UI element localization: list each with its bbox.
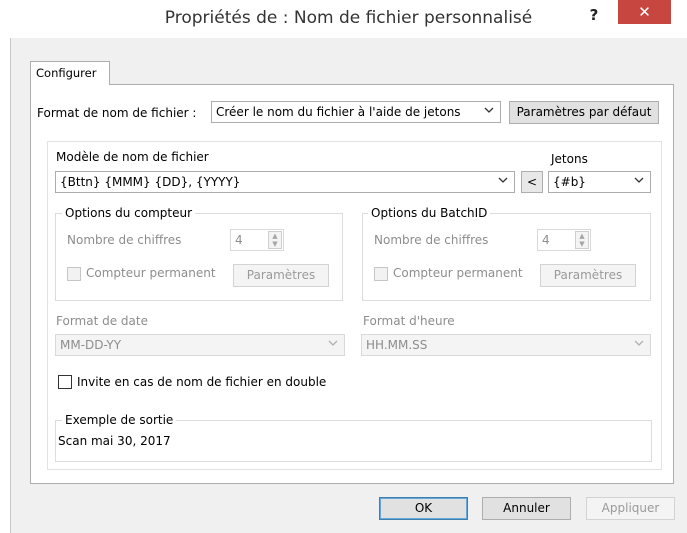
template-input[interactable]: {Bttn} {MMM} {DD}, {YYYY} [55,171,515,193]
counter-digits-spinner[interactable]: 4 ▲ ▼ [230,229,284,251]
counter-group-title: Options du compteur [62,206,196,220]
close-icon: ✕ [638,3,651,21]
date-format-label: Format de date [56,314,148,328]
chevron-down-icon[interactable] [498,175,508,188]
time-format-value: HH.MM.SS [366,338,428,352]
tab-configurer[interactable]: Configurer [30,61,110,85]
caret-down-icon[interactable]: ▼ [269,240,281,248]
caret-up-icon[interactable]: ▲ [576,232,588,240]
time-format-select[interactable]: HH.MM.SS [361,334,651,356]
spin-buttons[interactable]: ▲ ▼ [575,231,589,249]
defaults-button[interactable]: Paramètres par défaut [509,101,659,124]
format-select-value: Créer le nom du fichier à l'aide de jeto… [216,105,461,119]
batch-permanent-checkbox[interactable] [374,267,388,281]
prompt-duplicate-checkbox[interactable] [58,375,72,389]
cancel-button[interactable]: Annuler [482,497,571,520]
apply-button[interactable]: Appliquer [586,497,675,520]
template-label: Modèle de nom de fichier [56,150,209,164]
chevron-down-icon [484,105,494,118]
counter-permanent-checkbox[interactable] [67,267,81,281]
title-bar: Propriétés de : Nom de fichier personnal… [10,0,687,38]
counter-digits-label: Nombre de chiffres [67,233,182,247]
prompt-duplicate-label: Invite en cas de nom de fichier en doubl… [77,375,327,389]
caret-down-icon[interactable]: ▼ [576,240,588,248]
ok-button[interactable]: OK [379,497,468,520]
counter-settings-button[interactable]: Paramètres [233,264,329,287]
counter-permanent-label: Compteur permanent [86,266,216,280]
spin-buttons[interactable]: ▲ ▼ [268,231,282,249]
date-format-value: MM-DD-YY [60,338,122,352]
batch-group-title: Options du BatchID [368,206,491,220]
example-group-title: Exemple de sortie [62,413,177,427]
chevron-down-icon [634,338,644,351]
time-format-label: Format d'heure [363,314,455,328]
tokens-select-value: {#b} [553,175,586,189]
counter-digits-value: 4 [235,233,243,247]
chevron-down-icon [634,175,644,188]
counter-group [55,213,343,301]
batch-group [362,213,651,301]
template-input-value: {Bttn} {MMM} {DD}, {YYYY} [60,175,241,189]
tokens-select[interactable]: {#b} [548,171,651,193]
example-output-value: Scan mai 30, 2017 [58,434,171,448]
chevron-down-icon [328,338,338,351]
batch-digits-spinner[interactable]: 4 ▲ ▼ [537,229,591,251]
batch-settings-button[interactable]: Paramètres [540,264,636,287]
format-label: Format de nom de fichier : [37,106,197,120]
caret-up-icon[interactable]: ▲ [269,232,281,240]
batch-digits-label: Nombre de chiffres [374,233,489,247]
insert-token-button[interactable]: < [521,171,543,193]
batch-permanent-label: Compteur permanent [393,266,523,280]
tokens-label: Jetons [551,152,588,166]
close-button[interactable]: ✕ [618,0,671,24]
help-button[interactable]: ? [582,6,606,28]
batch-digits-value: 4 [542,233,550,247]
date-format-select[interactable]: MM-DD-YY [55,334,345,356]
format-select[interactable]: Créer le nom du fichier à l'aide de jeto… [211,101,501,123]
